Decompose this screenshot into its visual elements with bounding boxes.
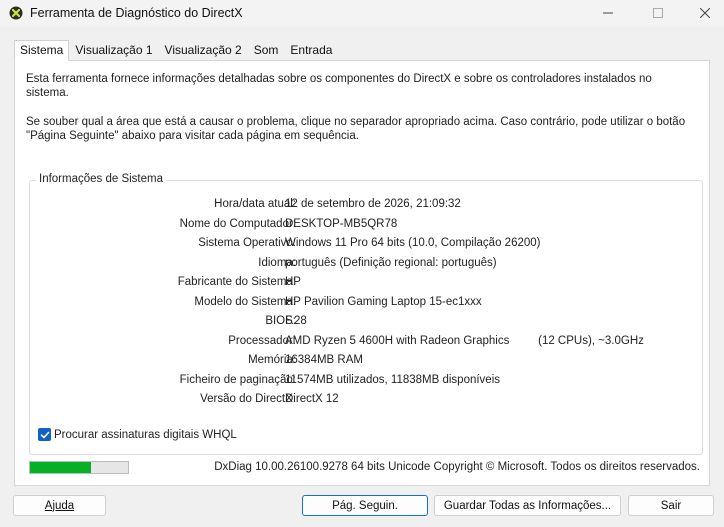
- minimize-icon[interactable]: [585, 0, 631, 26]
- intro-text: Esta ferramenta fornece informações deta…: [26, 73, 652, 99]
- info-value: 12 de setembro de 2026, 21:09:32: [285, 198, 461, 210]
- info-value: 16384MB RAM: [285, 354, 363, 366]
- checkmark-icon: [40, 431, 49, 438]
- tab-panel: Esta ferramenta fornece informações deta…: [14, 60, 710, 486]
- progress-bar: [29, 461, 129, 474]
- info-row: Processador: AMD Ryzen 5 4600H with Rade…: [30, 335, 704, 351]
- next-page-button[interactable]: Pág. Seguin.: [302, 495, 428, 516]
- info-value: 11574MB utilizados, 11838MB disponíveis: [285, 373, 501, 386]
- window-title: Ferramenta de Diagnóstico do DirectX: [30, 6, 243, 20]
- info-row: Ficheiro de paginação: 11574MB utilizado…: [30, 374, 704, 390]
- info-label: Versão do DirectX:: [200, 393, 296, 405]
- info-row: Memória: 16384MB RAM: [30, 354, 704, 370]
- info-row: Nome do Computador: DESKTOP-MB5QR78: [30, 218, 704, 234]
- help-button[interactable]: Ajuda: [13, 495, 106, 516]
- group-title: Informações de Sistema: [36, 173, 167, 185]
- tab-strip: Sistema Visualização 1 Visualização 2 So…: [14, 40, 338, 61]
- info-label: Nome do Computador:: [179, 217, 296, 230]
- info-row: BIOS: F.28: [30, 315, 704, 331]
- save-all-info-button-label: Guardar Todas as Informações...: [443, 499, 612, 512]
- info-row: Idioma: português (Definição regional: p…: [30, 257, 704, 273]
- system-info-group: Informações de Sistema Hora/data atual: …: [29, 173, 704, 455]
- info-row: Versão do DirectX: DirectX 12: [30, 393, 704, 409]
- info-row: Hora/data atual: 12 de setembro de 2026,…: [30, 198, 704, 214]
- save-all-info-button[interactable]: Guardar Todas as Informações...: [434, 495, 621, 516]
- title-bar: Ferramenta de Diagnóstico do DirectX: [0, 0, 724, 26]
- info-label: Sistema Operativo:: [198, 237, 296, 249]
- info-label: Ficheiro de paginação:: [179, 373, 296, 386]
- info-value: Windows 11 Pro 64 bits (10.0, Compilação…: [285, 237, 541, 249]
- whql-checkbox-row[interactable]: Procurar assinaturas digitais WHQL: [38, 428, 237, 441]
- whql-checkbox-label[interactable]: Procurar assinaturas digitais WHQL: [54, 429, 237, 441]
- maximize-icon[interactable]: [635, 0, 681, 26]
- info-value: F.28: [285, 315, 307, 327]
- info-value: português (Definição regional: português…: [285, 256, 497, 269]
- tab-som[interactable]: Som: [248, 40, 285, 60]
- next-page-button-label: Pág. Seguin.: [332, 499, 398, 512]
- info-row: Modelo do Sistema: HP Pavilion Gaming La…: [30, 296, 704, 312]
- info-label: Modelo do Sistema:: [194, 295, 296, 308]
- info-row: Fabricante do Sistema: HP: [30, 276, 704, 292]
- tab-sistema[interactable]: Sistema: [14, 40, 70, 61]
- info-value: DirectX 12: [285, 393, 339, 405]
- tab-entrada[interactable]: Entrada: [284, 40, 338, 60]
- close-icon[interactable]: [682, 0, 724, 26]
- progress-fill: [30, 462, 91, 473]
- whql-checkbox[interactable]: [38, 428, 51, 441]
- info-row: Sistema Operativo: Windows 11 Pro 64 bit…: [30, 237, 704, 253]
- exit-button[interactable]: Sair: [628, 495, 714, 516]
- instruction-text: Se souber qual a área que está a causar …: [26, 116, 686, 142]
- tab-visualizacao-2[interactable]: Visualização 2: [159, 40, 248, 60]
- info-value: HP: [285, 276, 301, 288]
- directx-x-icon: [9, 6, 23, 20]
- copyright-text: DxDiag 10.00.26100.9278 64 bits Unicode …: [214, 461, 700, 473]
- info-value: AMD Ryzen 5 4600H with Radeon Graphics (…: [285, 334, 644, 347]
- help-button-label: Ajuda: [44, 499, 75, 512]
- info-value: HP Pavilion Gaming Laptop 15-ec1xxx: [285, 295, 482, 308]
- info-value: DESKTOP-MB5QR78: [285, 217, 398, 230]
- info-label: Hora/data atual:: [214, 198, 296, 210]
- info-label: Fabricante do Sistema:: [177, 276, 296, 288]
- exit-button-label: Sair: [660, 499, 682, 512]
- tab-visualizacao-1[interactable]: Visualização 1: [69, 40, 158, 60]
